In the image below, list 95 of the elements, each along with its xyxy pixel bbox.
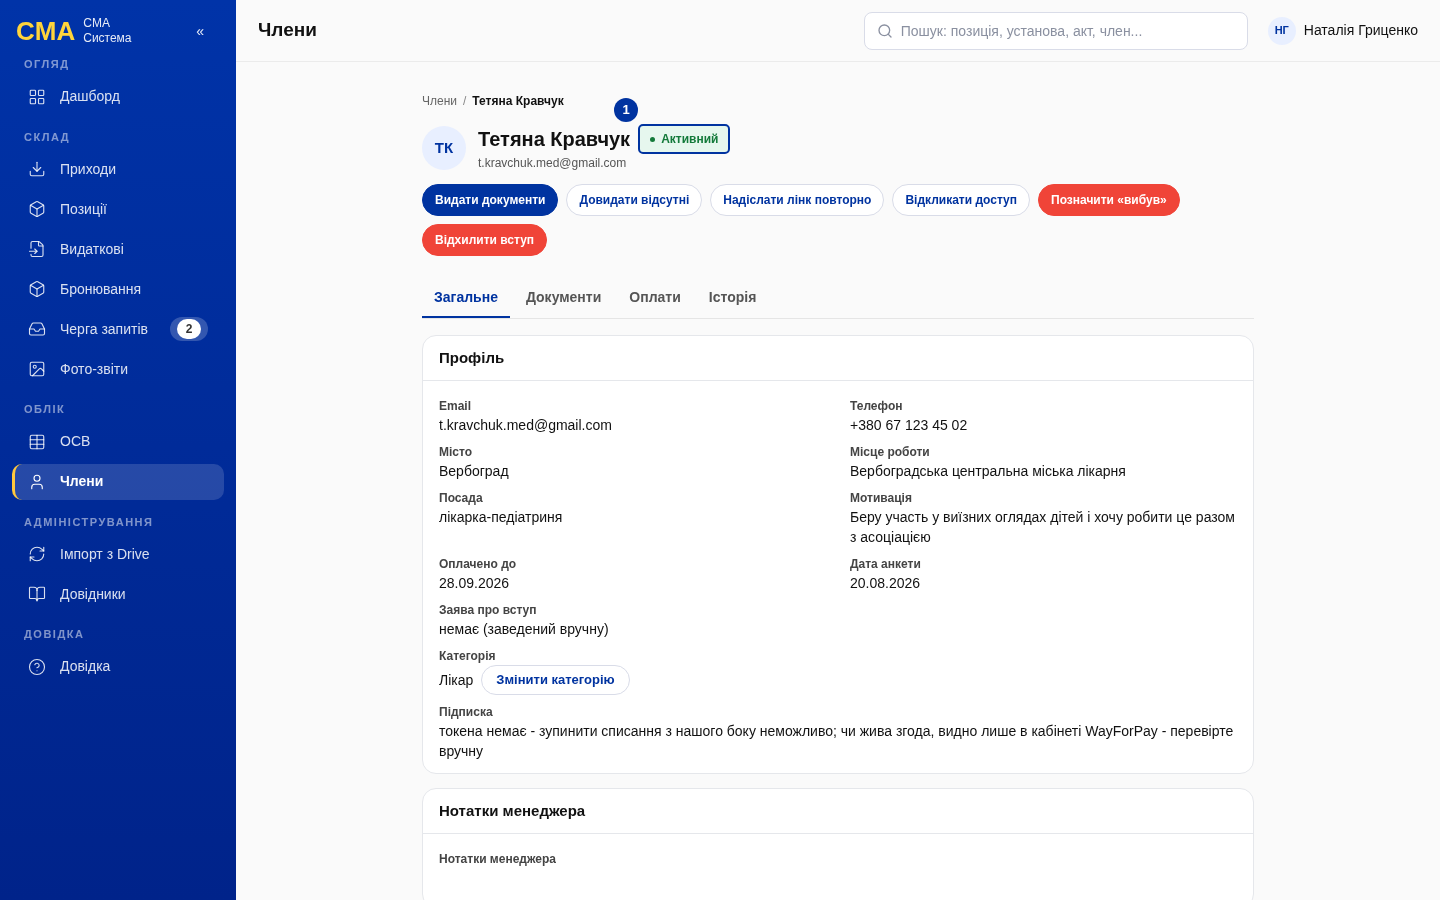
action-button[interactable]: Відхилити вступ xyxy=(422,224,548,256)
action-button[interactable]: Видати документи xyxy=(422,184,559,216)
field-label: Телефон xyxy=(850,398,904,415)
field-label: Email xyxy=(439,398,472,415)
breadcrumb-link[interactable]: Члени xyxy=(422,92,457,110)
field-value: токена немає - зупинити списання з нашого боку неможливо; чи жива згода, видно лише в кабінеті WayForPay - перевірте вручну xyxy=(439,722,1235,761)
nav-section-title: ОБЛІК xyxy=(23,402,67,417)
member-avatar: ТК xyxy=(422,126,466,170)
action-button[interactable]: Довидати відсутні xyxy=(566,184,703,216)
field-label: Заява про вступ xyxy=(439,602,538,619)
nav-section-title: ОГЛЯД xyxy=(23,57,71,72)
breadcrumb-separator: / xyxy=(463,93,467,110)
field-label: Посада xyxy=(439,490,484,507)
nav-label: Позиції xyxy=(60,199,107,219)
field-value: Вербоградська центральна міська лікарня xyxy=(850,462,1126,481)
brand-name: CMA xyxy=(83,16,111,31)
nav-item[interactable]: Черга запитів 2 xyxy=(12,311,224,347)
refresh-icon xyxy=(28,545,46,563)
nav-label: Члени xyxy=(60,472,104,491)
field-label: Підписка xyxy=(439,704,494,721)
nav-label: Черга запитів xyxy=(60,319,148,339)
document-icon xyxy=(28,240,46,258)
field-value: немає (заведений вручну) xyxy=(439,620,609,639)
field-value: 28.09.2026 xyxy=(439,574,510,593)
card-title: Профіль xyxy=(439,347,505,368)
nav-label: Довідка xyxy=(60,657,111,676)
nav-label: Приходи xyxy=(60,159,116,179)
field-value: 20.08.2026 xyxy=(850,574,921,593)
brand-subtitle: Система xyxy=(83,31,132,46)
search-icon xyxy=(876,22,893,39)
field-label: Дата анкети xyxy=(850,556,922,573)
annotation-marker: 1 xyxy=(614,98,639,122)
nav-item[interactable]: Фото-звіти xyxy=(12,351,224,387)
tab[interactable]: Документи xyxy=(513,278,614,318)
field-value: Лікар xyxy=(439,671,474,690)
nav-item[interactable]: Позиції xyxy=(12,191,224,227)
tab[interactable]: Оплати xyxy=(617,278,693,318)
tray-icon xyxy=(28,320,46,338)
breadcrumb-current: Тетяна Кравчук xyxy=(472,93,564,110)
action-button[interactable]: Відкликати доступ xyxy=(892,184,1030,216)
nav-label: Імпорт з Drive xyxy=(60,544,150,564)
nav-section-title: АДМІНІСТРУВАННЯ xyxy=(23,514,155,530)
image-icon xyxy=(28,360,46,378)
help-icon xyxy=(28,657,46,676)
field-label: Категорія xyxy=(439,648,497,665)
nav-item[interactable]: ОСВ xyxy=(12,423,224,460)
field-value: Беру участь у виїзних оглядах дітей і хочу робити це разом з асоціацією xyxy=(850,508,1236,547)
member-name: Тетяна Кравчук xyxy=(478,127,631,152)
book-icon xyxy=(28,585,46,603)
nav-item[interactable]: Імпорт з Drive xyxy=(12,536,224,572)
change-category-button[interactable]: Змінити категорію xyxy=(481,665,630,695)
nav-label: Фото-звіти xyxy=(60,359,129,379)
box-icon xyxy=(28,280,46,298)
nav-item[interactable]: Довідка xyxy=(12,648,224,685)
user-icon xyxy=(28,472,46,491)
grid-icon xyxy=(28,87,46,106)
nav-label: Довідники xyxy=(60,584,126,604)
field-value: t.kravchuk.med@gmail.com xyxy=(439,416,612,435)
nav-label: Видаткові xyxy=(60,239,124,259)
tab[interactable]: Загальне xyxy=(422,278,510,318)
field-label: Місце роботи xyxy=(850,444,931,461)
nav-label: Бронювання xyxy=(60,279,142,299)
field-label: Місто xyxy=(439,444,474,461)
count-badge: 2 xyxy=(170,317,208,341)
user-avatar: НГ xyxy=(1267,16,1296,45)
member-email: t.kravchuk.med@gmail.com xyxy=(478,155,628,172)
nav-item[interactable]: Приходи xyxy=(12,151,224,187)
card-title: Нотатки менеджера xyxy=(439,800,586,821)
search-field[interactable]: Пошук: позиція, установа, акт, член... xyxy=(863,11,1248,50)
field-value: +380 67 123 45 02 xyxy=(850,416,968,435)
nav-item[interactable]: Довідники xyxy=(12,576,224,612)
collapse-button[interactable]: « xyxy=(196,20,204,42)
action-button[interactable]: Надіслати лінк повторно xyxy=(710,184,885,216)
download-icon xyxy=(28,160,46,178)
logo: CMA xyxy=(16,18,76,44)
nav-section-title: СКЛАД xyxy=(23,129,72,145)
nav-item[interactable]: Бронювання xyxy=(12,271,224,307)
table-icon xyxy=(28,432,46,451)
field-value: Вербоград xyxy=(439,462,509,481)
box-icon xyxy=(28,200,46,218)
nav-item[interactable]: Видаткові xyxy=(12,231,224,267)
field-label: Мотивація xyxy=(850,490,913,507)
nav-item[interactable]: Члени xyxy=(12,463,224,500)
page-title: Члени xyxy=(258,18,317,43)
action-button[interactable]: Позначити «вибув» xyxy=(1038,184,1180,216)
user-name: Наталія Гриценко xyxy=(1303,21,1418,40)
nav-label: Дашборд xyxy=(60,87,120,106)
field-value: лікарка-педіатриня xyxy=(439,508,563,527)
status-badge: Активний xyxy=(638,124,731,154)
tab[interactable]: Історія xyxy=(696,278,769,318)
nav-item[interactable]: Дашборд xyxy=(12,78,224,115)
field-label: Нотатки менеджера xyxy=(439,852,556,866)
field-label: Оплачено до xyxy=(439,556,518,573)
nav-label: ОСВ xyxy=(60,432,91,451)
nav-section-title: ДОВІДКА xyxy=(23,627,86,642)
